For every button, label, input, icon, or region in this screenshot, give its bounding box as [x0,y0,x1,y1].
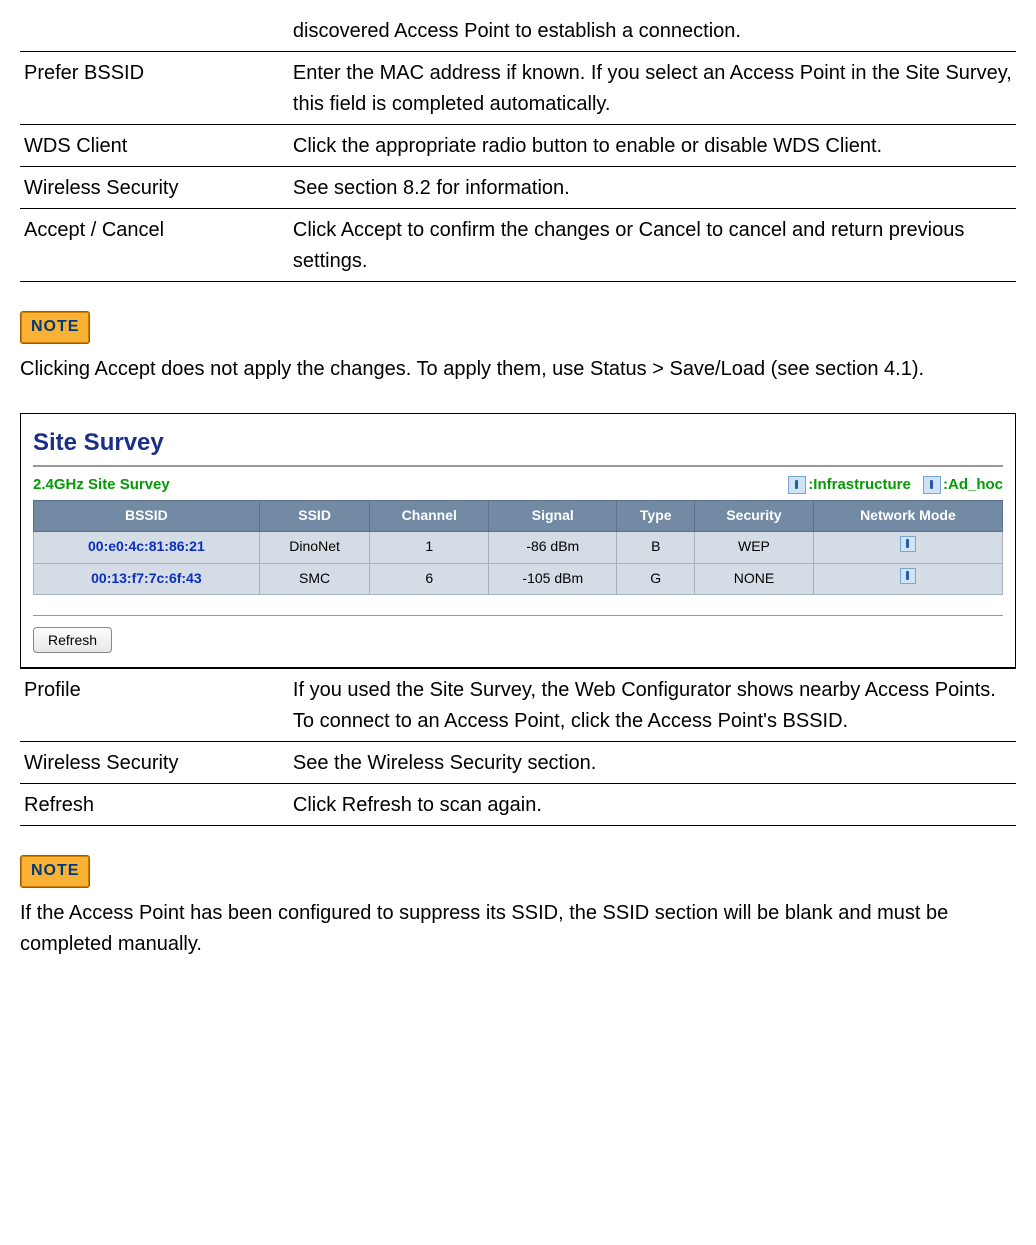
survey-th-mode: Network Mode [813,501,1002,532]
legend-adhoc-label: :Ad_hoc [943,476,1003,493]
survey-ssid-cell: DinoNet [259,531,370,563]
survey-signal-cell: -105 dBm [489,563,617,595]
def1-row3-desc: See section 8.2 for information. [289,167,1016,209]
note-badge-icon: NOTE [20,855,90,888]
def2-row0-desc: If you used the Site Survey, the Web Con… [289,669,1016,742]
note-badge-icon: NOTE [20,311,90,344]
def1-row0-desc: discovered Access Point to establish a c… [289,10,1016,52]
survey-th-security: Security [695,501,814,532]
panel-bottom-divider [33,615,1003,616]
note-2-text: If the Access Point has been configured … [20,898,1016,960]
def2-row1-desc: See the Wireless Security section. [289,742,1016,784]
def1-row0-key [20,10,289,52]
def1-row4-key: Accept / Cancel [20,209,289,282]
survey-signal-cell: -86 dBm [489,531,617,563]
def1-row1-key: Prefer BSSID [20,52,289,125]
survey-row: 00:13:f7:7c:6f:43 SMC 6 -105 dBm G NONE [34,563,1003,595]
panel-title: Site Survey [33,424,1003,461]
bssid-link[interactable]: 00:e0:4c:81:86:21 [88,538,205,554]
survey-ssid-cell: SMC [259,563,370,595]
survey-type-cell: G [617,563,695,595]
def2-row0-key: Profile [20,669,289,742]
survey-th-ssid: SSID [259,501,370,532]
survey-bssid-cell[interactable]: 00:13:f7:7c:6f:43 [34,563,260,595]
settings-definitions-table-1: discovered Access Point to establish a c… [20,10,1016,282]
survey-th-channel: Channel [370,501,489,532]
def2-row2-desc: Click Refresh to scan again. [289,784,1016,826]
survey-security-cell: NONE [695,563,814,595]
survey-th-bssid: BSSID [34,501,260,532]
def1-row3-key: Wireless Security [20,167,289,209]
survey-channel-cell: 1 [370,531,489,563]
survey-security-cell: WEP [695,531,814,563]
def2-row2-key: Refresh [20,784,289,826]
site-survey-panel: Site Survey 2.4GHz Site Survey :Infrastr… [20,413,1016,669]
def1-row2-desc: Click the appropriate radio button to en… [289,125,1016,167]
survey-bssid-cell[interactable]: 00:e0:4c:81:86:21 [34,531,260,563]
survey-th-signal: Signal [489,501,617,532]
legend-infra-label: :Infrastructure [808,476,911,493]
adhoc-icon [923,476,941,494]
infrastructure-icon [900,568,916,584]
def2-row1-key: Wireless Security [20,742,289,784]
note-1-text: Clicking Accept does not apply the chang… [20,354,1016,385]
survey-row: 00:e0:4c:81:86:21 DinoNet 1 -86 dBm B WE… [34,531,1003,563]
site-survey-table: BSSID SSID Channel Signal Type Security … [33,500,1003,595]
note-2: NOTE [20,854,1016,888]
panel-legend: :Infrastructure :Ad_hoc [780,473,1003,496]
def1-row2-key: WDS Client [20,125,289,167]
panel-subtitle: 2.4GHz Site Survey [33,473,170,496]
refresh-button[interactable]: Refresh [33,627,112,653]
infrastructure-icon [788,476,806,494]
panel-divider [33,465,1003,467]
note-1: NOTE [20,310,1016,344]
survey-th-type: Type [617,501,695,532]
infrastructure-icon [900,536,916,552]
bssid-link[interactable]: 00:13:f7:7c:6f:43 [91,570,202,586]
survey-mode-cell [813,563,1002,595]
survey-type-cell: B [617,531,695,563]
settings-definitions-table-2: Profile If you used the Site Survey, the… [20,668,1016,826]
def1-row1-desc: Enter the MAC address if known. If you s… [289,52,1016,125]
survey-channel-cell: 6 [370,563,489,595]
def1-row4-desc: Click Accept to confirm the changes or C… [289,209,1016,282]
survey-mode-cell [813,531,1002,563]
